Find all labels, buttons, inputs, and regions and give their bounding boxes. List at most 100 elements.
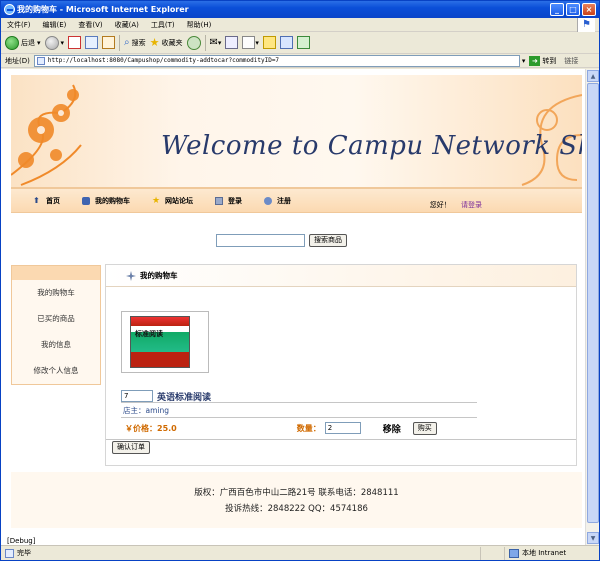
- login-status: 您好！ 请登录: [430, 200, 482, 210]
- sparkle-icon: [126, 270, 136, 281]
- sidebar-item-purchased[interactable]: 已买的商品: [12, 306, 100, 332]
- search-button[interactable]: 搜索商品: [309, 234, 347, 247]
- print-icon[interactable]: [225, 36, 239, 49]
- status-bar: 完毕 本地 Intranet: [1, 545, 599, 560]
- debug-text: [Debug]: [7, 537, 36, 545]
- back-arrow-icon: [5, 35, 19, 50]
- stop-icon[interactable]: [68, 36, 82, 49]
- go-arrow-icon: ➜: [529, 55, 541, 66]
- discuss-icon[interactable]: [262, 36, 276, 49]
- search-input[interactable]: [216, 234, 305, 247]
- nav-login[interactable]: 登录: [215, 196, 242, 206]
- maximize-button[interactable]: □: [566, 3, 580, 16]
- star-icon: ★: [152, 195, 161, 206]
- sidebar-item-my-cart[interactable]: 我的购物车: [12, 280, 100, 306]
- sidebar-item-edit-info[interactable]: 修改个人信息: [12, 358, 100, 384]
- search-label: 搜索: [131, 38, 146, 47]
- cart-header: 我的购物车: [106, 265, 576, 287]
- menu-view[interactable]: 查看(V): [78, 20, 102, 30]
- divider: [121, 417, 477, 418]
- page-content: Welcome to Campu Network Shops ⬆ 首页 我的购物…: [1, 69, 585, 545]
- login-link[interactable]: 请登录: [461, 201, 482, 209]
- favorites-button[interactable]: ★ 收藏夹: [150, 36, 183, 49]
- title-bar[interactable]: 我的购物车 - Microsoft Internet Explorer _ □ …: [1, 1, 599, 18]
- zone-text: 本地 Intranet: [522, 549, 567, 557]
- nav-label: 登录: [228, 196, 242, 205]
- cart-panel: 我的购物车 标准阅读 7 英语标准阅读 店主：aming ￥价格： 25.0 数…: [105, 264, 577, 466]
- favorites-label: 收藏夹: [161, 38, 183, 47]
- forward-arrow-icon: [44, 35, 59, 50]
- nav-label: 首页: [46, 196, 60, 205]
- refresh-icon[interactable]: [85, 36, 99, 49]
- edit-icon[interactable]: [242, 36, 256, 49]
- messenger-icon[interactable]: [296, 36, 310, 49]
- address-input[interactable]: http://localhost:8080/Campushop/commodit…: [33, 54, 520, 67]
- go-label: 转到: [542, 56, 557, 65]
- site-footer: 版权：广西百色市中山二路21号 联系电话：2848111 投诉热线：284822…: [11, 472, 582, 528]
- search-button[interactable]: ⌕ 搜索: [124, 37, 146, 48]
- divider: [121, 402, 477, 403]
- chevron-down-icon: ▾: [37, 38, 41, 47]
- vertical-scrollbar[interactable]: ▲ ▼: [585, 69, 599, 545]
- scroll-down-icon[interactable]: ▼: [587, 532, 599, 544]
- quantity-input[interactable]: 2: [324, 422, 361, 434]
- commodity-id-field[interactable]: 7: [121, 390, 153, 402]
- close-button[interactable]: ×: [582, 3, 596, 16]
- quantity-label: 数量：: [296, 423, 321, 433]
- product-image[interactable]: 标准阅读: [121, 311, 209, 373]
- mail-icon[interactable]: ✉: [210, 37, 218, 48]
- login-card-icon: [215, 196, 223, 205]
- cart-item-row: ￥价格： 25.0 数量： 2 移除 购买: [121, 420, 561, 436]
- nav-register[interactable]: 注册: [264, 196, 291, 206]
- nav-label: 注册: [277, 196, 291, 205]
- toolbar: 后退 ▾ ▾ ⌕ 搜索 ★ 收藏夹 ✉ ▾ ▾: [1, 32, 599, 54]
- menu-help[interactable]: 帮助(H): [187, 20, 212, 30]
- cart-title: 我的购物车: [140, 271, 178, 280]
- nav-label: 网站论坛: [165, 196, 193, 205]
- confirm-order-button[interactable]: 确认订单: [112, 441, 150, 454]
- forward-button[interactable]: ▾: [44, 35, 65, 50]
- book-cover-title: 标准阅读: [135, 330, 163, 338]
- footer-line-2: 投诉热线：2848222 QQ：4574186: [225, 504, 368, 514]
- remove-link[interactable]: 移除: [383, 422, 401, 435]
- shop-owner: 店主：aming: [123, 406, 169, 415]
- chevron-down-icon: ▾: [217, 38, 222, 47]
- scroll-up-icon[interactable]: ▲: [587, 70, 599, 82]
- back-label: 后退: [21, 38, 35, 47]
- menu-file[interactable]: 文件(F): [7, 20, 31, 30]
- address-dropdown-icon[interactable]: ▾: [522, 57, 526, 65]
- nav-home[interactable]: ⬆ 首页: [33, 196, 60, 206]
- url-text: http://localhost:8080/Campushop/commodit…: [47, 57, 280, 64]
- status-text: 完毕: [17, 549, 31, 557]
- menu-favorites[interactable]: 收藏(A): [115, 20, 139, 30]
- buy-button[interactable]: 购买: [412, 421, 437, 435]
- menu-bar: 文件(F) 编辑(E) 查看(V) 收藏(A) 工具(T) 帮助(H) ⚑: [1, 18, 599, 32]
- nav-forum[interactable]: ★ 网站论坛: [152, 196, 193, 206]
- star-icon: ★: [149, 36, 160, 49]
- price-label: ￥价格：: [125, 423, 157, 433]
- address-label: 地址(D): [5, 56, 30, 65]
- go-button[interactable]: ➜ 转到: [529, 55, 557, 66]
- done-page-icon: [5, 548, 14, 558]
- user-icon: [264, 196, 272, 205]
- chevron-down-icon: ▾: [60, 38, 65, 47]
- links-label[interactable]: 链接: [564, 56, 578, 66]
- page-icon: [36, 56, 45, 65]
- history-icon[interactable]: [186, 35, 201, 50]
- back-button[interactable]: 后退 ▾: [5, 35, 41, 50]
- car-icon: [82, 196, 90, 205]
- price-value: 25.0: [157, 423, 177, 433]
- sidebar-item-my-info[interactable]: 我的信息: [12, 332, 100, 358]
- home-icon[interactable]: [102, 36, 116, 49]
- minimize-button[interactable]: _: [550, 3, 564, 16]
- user-sidebar: 我的购物车 已买的商品 我的信息 修改个人信息: [11, 265, 101, 385]
- windows-flag-icon: ⚑: [577, 18, 595, 32]
- research-icon[interactable]: [279, 36, 293, 49]
- scrollbar-thumb[interactable]: [587, 83, 599, 523]
- menu-edit[interactable]: 编辑(E): [43, 20, 67, 30]
- footer-line-1: 版权：广西百色市中山二路21号 联系电话：2848111: [194, 488, 399, 498]
- browser-window: 我的购物车 - Microsoft Internet Explorer _ □ …: [0, 0, 600, 561]
- address-bar: 地址(D) http://localhost:8080/Campushop/co…: [1, 54, 599, 68]
- nav-cart[interactable]: 我的购物车: [82, 196, 130, 206]
- menu-tools[interactable]: 工具(T): [151, 20, 175, 30]
